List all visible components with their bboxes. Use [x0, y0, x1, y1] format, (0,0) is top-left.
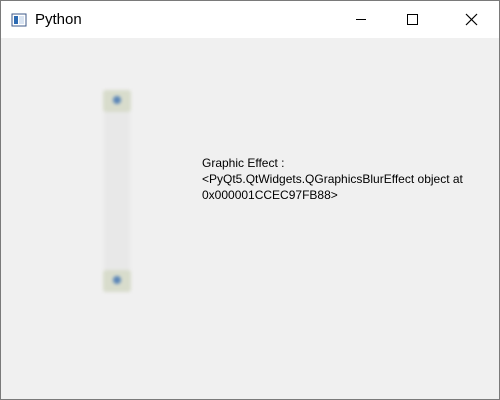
down-arrow-icon — [113, 276, 121, 284]
python-app-icon — [11, 12, 27, 28]
scrollbar-track[interactable] — [104, 94, 130, 288]
close-button[interactable] — [450, 1, 496, 38]
scroll-up-button[interactable] — [103, 90, 131, 112]
title-bar[interactable]: Python — [1, 1, 499, 38]
close-icon — [465, 13, 478, 26]
up-arrow-icon — [113, 96, 121, 104]
minimize-button[interactable] — [338, 1, 384, 38]
maximize-button[interactable] — [389, 1, 435, 38]
blurred-vertical-scrollbar[interactable] — [100, 90, 134, 292]
label-line-2: <PyQt5.QtWidgets.QGraphicsBlurEffect obj… — [202, 172, 463, 186]
app-window: Python Graphic Effect: <PyQt5.QtWidgets… — [0, 0, 500, 400]
label-line-3: 0x000001CCEC97FB88> — [202, 188, 338, 202]
graphic-effect-label: Graphic Effect : <PyQt5.QtWidgets.QGraph… — [202, 155, 492, 203]
maximize-icon — [407, 14, 418, 25]
minimize-icon — [356, 19, 366, 20]
client-area: Graphic Effect : <PyQt5.QtWidgets.QGraph… — [1, 38, 499, 399]
window-title: Python — [35, 11, 82, 28]
label-line-1: Graphic Effect : — [202, 156, 285, 170]
scroll-down-button[interactable] — [103, 270, 131, 292]
